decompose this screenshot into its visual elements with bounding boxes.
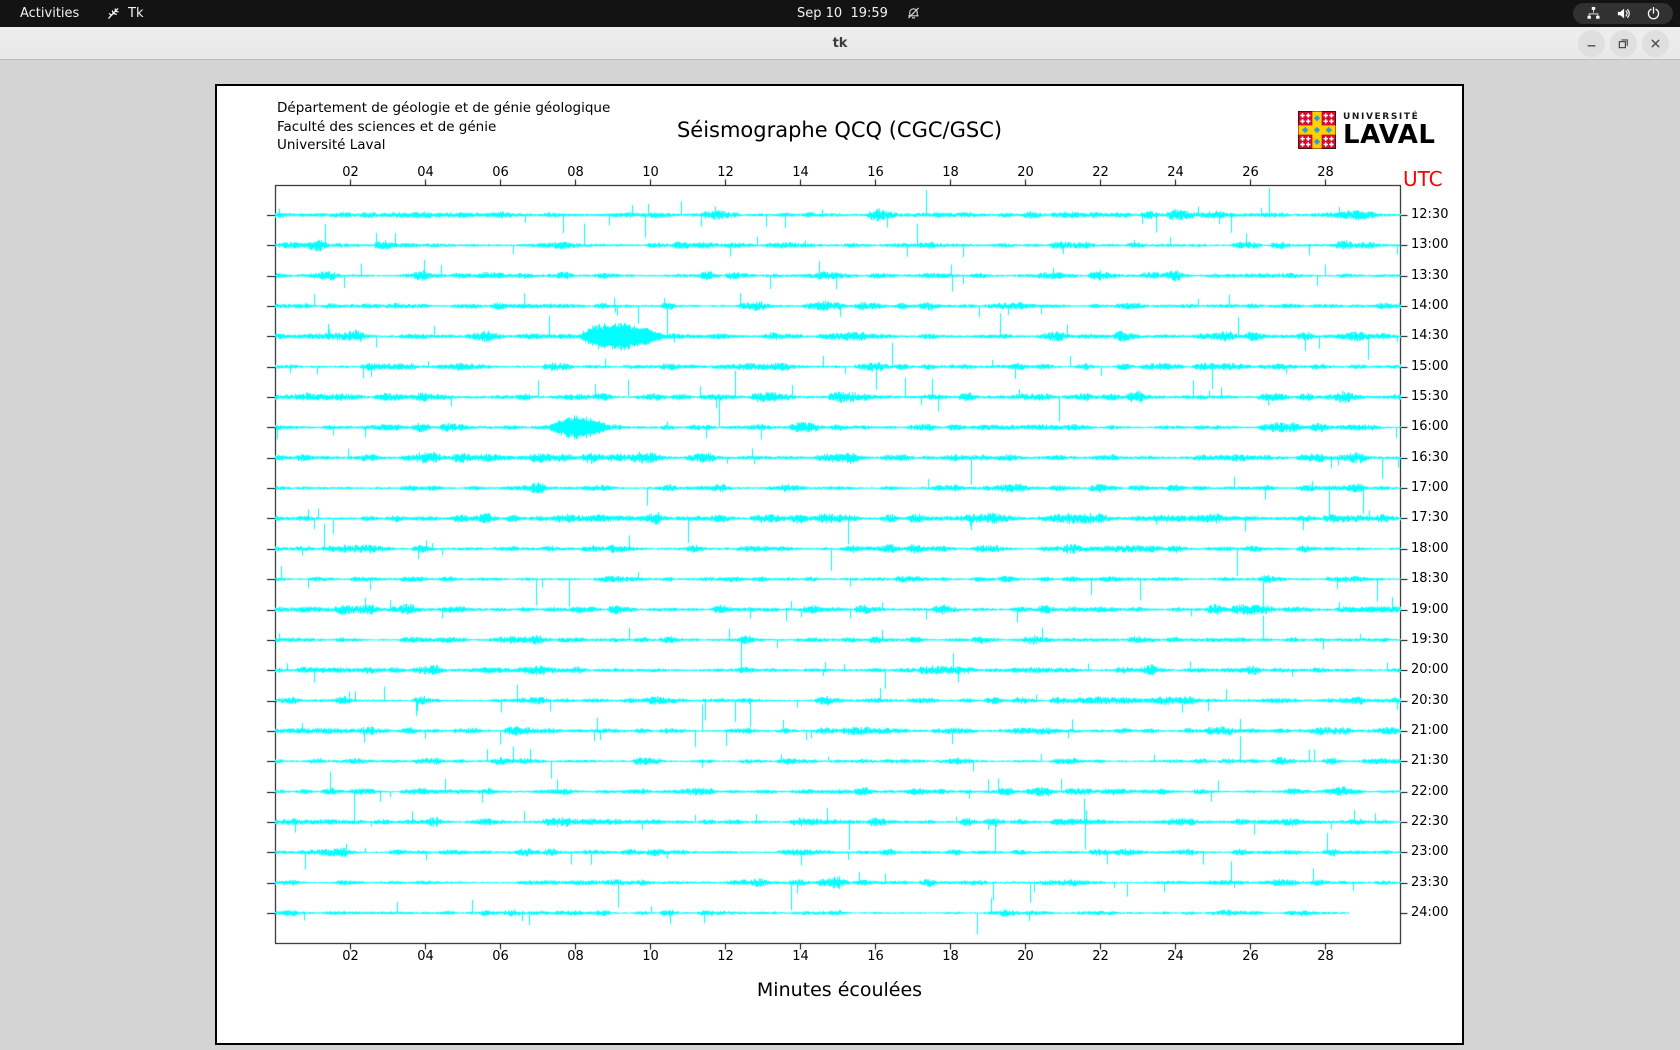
focused-app-menu[interactable]: Tk — [100, 0, 149, 27]
restore-icon — [1618, 39, 1628, 49]
x-tick-label-top: 04 — [417, 165, 434, 180]
x-tick-label-top: 18 — [942, 165, 959, 180]
x-tick-label-bottom: 28 — [1317, 949, 1334, 964]
utc-time-label: 14:00 — [1411, 297, 1449, 313]
close-icon — [1651, 39, 1660, 48]
utc-time-label: 22:30 — [1411, 813, 1449, 829]
x-tick-label-top: 06 — [492, 165, 509, 180]
x-tick-label-top: 02 — [342, 165, 359, 180]
x-tick-label-bottom: 18 — [942, 949, 959, 964]
x-tick-label-top: 14 — [792, 165, 809, 180]
plot-title: Séismographe QCQ (CGC/GSC) — [676, 118, 1003, 142]
x-tick-label-bottom: 16 — [867, 949, 884, 964]
x-tick-label-top: 28 — [1317, 165, 1334, 180]
x-axis-title: Minutes écoulées — [756, 979, 923, 1001]
institution-line-1: Département de géologie et de génie géol… — [277, 100, 611, 116]
x-tick-label-bottom: 04 — [417, 949, 434, 964]
x-tick-label-bottom: 10 — [642, 949, 659, 964]
x-tick-label-bottom: 02 — [342, 949, 359, 964]
utc-time-label: 17:00 — [1411, 479, 1449, 495]
x-tick-label-top: 26 — [1242, 165, 1259, 180]
utc-time-label: 15:00 — [1411, 358, 1449, 374]
utc-axis-label: UTC — [1403, 167, 1443, 191]
x-tick-label-bottom: 14 — [792, 949, 809, 964]
x-tick-label-bottom: 08 — [567, 949, 584, 964]
x-tick-label-bottom: 22 — [1092, 949, 1109, 964]
focused-app-name: Tk — [128, 6, 144, 21]
minimize-icon — [1587, 45, 1596, 47]
tk-app-icon — [108, 8, 119, 19]
utc-time-label: 19:00 — [1411, 601, 1449, 617]
x-tick-label-top: 22 — [1092, 165, 1109, 180]
x-tick-label-top: 20 — [1017, 165, 1034, 180]
x-tick-label-bottom: 06 — [492, 949, 509, 964]
notifications-disabled-icon — [908, 7, 919, 19]
close-button[interactable] — [1642, 30, 1669, 57]
universite-laval-logo: UNIVERSITÉ LAVAL — [1298, 111, 1435, 149]
x-tick-label-bottom: 12 — [717, 949, 734, 964]
network-wired-icon — [1587, 6, 1599, 19]
minimize-button[interactable] — [1578, 30, 1605, 57]
logo-laval-label: LAVAL — [1343, 120, 1436, 150]
power-icon — [1647, 7, 1659, 20]
utc-time-label: 15:30 — [1411, 388, 1449, 404]
x-tick-label-top: 08 — [567, 165, 584, 180]
utc-time-label: 20:30 — [1411, 692, 1449, 708]
utc-time-label: 14:30 — [1411, 327, 1449, 343]
volume-icon — [1617, 8, 1630, 19]
clock-label: Sep 10 19:59 — [797, 6, 888, 21]
x-tick-label-bottom: 24 — [1167, 949, 1184, 964]
window-title: tk — [832, 36, 848, 51]
utc-time-label: 18:30 — [1411, 570, 1449, 586]
utc-time-label: 18:00 — [1411, 540, 1449, 556]
system-status-area[interactable] — [1573, 3, 1673, 24]
utc-time-label: 21:00 — [1411, 722, 1449, 738]
x-tick-label-bottom: 20 — [1017, 949, 1034, 964]
utc-time-label: 24:00 — [1411, 904, 1449, 920]
clock-menu[interactable]: Sep 10 19:59 — [797, 0, 921, 27]
utc-time-label: 23:00 — [1411, 843, 1449, 859]
utc-time-label: 22:00 — [1411, 783, 1449, 799]
window-titlebar: tk — [0, 27, 1680, 60]
x-tick-label-top: 12 — [717, 165, 734, 180]
x-tick-label-bottom: 26 — [1242, 949, 1259, 964]
utc-time-label: 17:30 — [1411, 509, 1449, 525]
x-tick-label-top: 10 — [642, 165, 659, 180]
utc-time-label: 19:30 — [1411, 631, 1449, 647]
laval-shield-icon — [1298, 111, 1336, 149]
utc-time-label: 16:00 — [1411, 418, 1449, 434]
x-tick-label-top: 24 — [1167, 165, 1184, 180]
utc-time-label: 12:30 — [1411, 206, 1449, 222]
seismogram-canvas — [217, 86, 1462, 1043]
seismograph-panel: Département de géologie et de génie géol… — [215, 84, 1464, 1045]
utc-time-label: 21:30 — [1411, 752, 1449, 768]
activities-button[interactable]: Activities — [10, 0, 89, 27]
utc-time-label: 13:00 — [1411, 236, 1449, 252]
utc-time-label: 20:00 — [1411, 661, 1449, 677]
utc-time-label: 13:30 — [1411, 267, 1449, 283]
maximize-button[interactable] — [1610, 30, 1637, 57]
utc-time-label: 23:30 — [1411, 874, 1449, 890]
utc-time-label: 16:30 — [1411, 449, 1449, 465]
desktop: Activities Tk Sep 10 19:59 tk Départemen… — [0, 0, 1680, 1050]
x-tick-label-top: 16 — [867, 165, 884, 180]
top-bar: Activities Tk Sep 10 19:59 — [0, 0, 1680, 27]
